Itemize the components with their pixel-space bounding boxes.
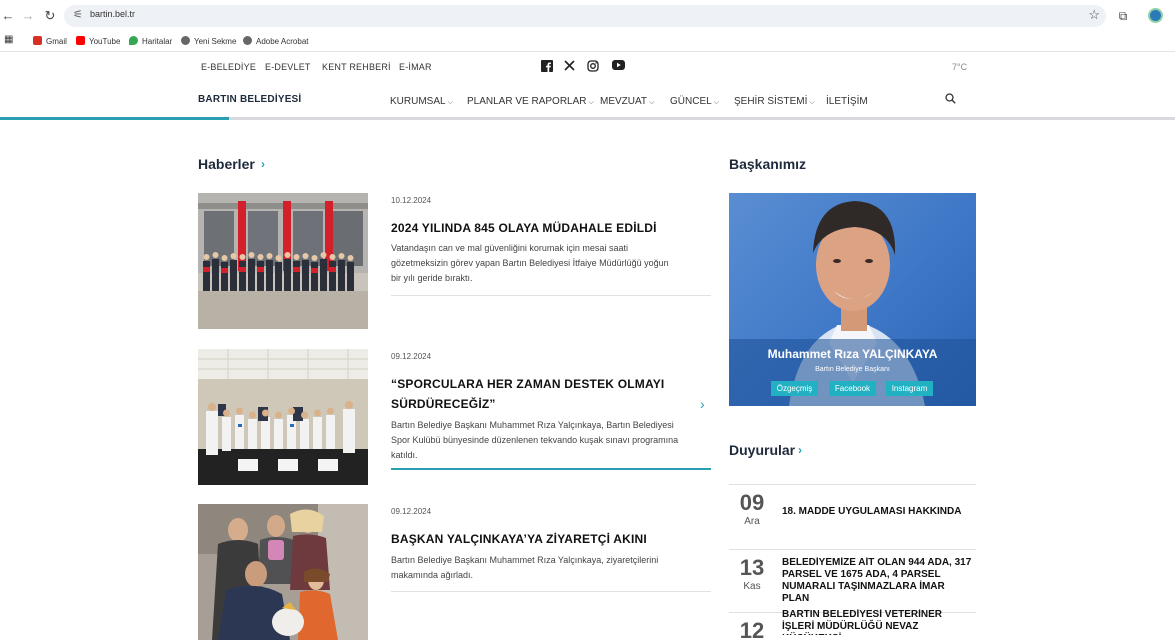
menu-iletisim[interactable]: İLETİŞİM (826, 96, 868, 107)
apps-grid-icon[interactable]: ▦ (4, 34, 13, 45)
link-kent-rehberi[interactable]: KENT REHBERİ (322, 62, 391, 72)
divider (391, 591, 711, 592)
chevron-down-icon: ⌵ (588, 99, 594, 106)
menu-guncel[interactable]: GÜNCEL ⌵ (670, 96, 719, 107)
bookmark-label: Yeni Sekme (194, 37, 237, 46)
announcement-title[interactable]: 18. MADDE UYGULAMASI HAKKINDA (782, 506, 972, 518)
menu-label: İLETİŞİM (826, 96, 868, 107)
divider (391, 295, 711, 296)
news-date: 09.12.2024 (391, 352, 432, 361)
announcement-title[interactable]: BARTIN BELEDİYESİ VETERİNER İŞLERİ MÜDÜR… (782, 609, 972, 635)
address-bar[interactable]: ⚟ bartin.bel.tr ☆ (64, 5, 1106, 27)
announcement-day: 13 (739, 555, 765, 580)
globe-icon (243, 36, 252, 45)
news-image-fire-department[interactable] (198, 193, 368, 329)
menu-label: GÜNCEL (670, 96, 712, 107)
biography-button[interactable]: Özgeçmiş (771, 381, 818, 396)
menu-label: MEVZUAT (600, 96, 648, 107)
news-date: 09.12.2024 (391, 507, 432, 516)
bookmark-label: Gmail (46, 37, 67, 46)
site-logo[interactable]: BARTIN BELEDİYESİ (198, 94, 301, 105)
mayor-role: Bartın Belediye Başkanı (815, 366, 890, 373)
bookmark-star-icon[interactable]: ☆ (1088, 7, 1100, 23)
menu-kurumsal[interactable]: KURUMSAL ⌵ (390, 96, 453, 107)
extensions-icon[interactable]: ⧉ (1115, 8, 1131, 24)
youtube-icon[interactable] (611, 60, 625, 73)
announcement-month: Ara (744, 516, 760, 527)
menu-sehir-sistemi[interactable]: ŞEHİR SİSTEMİ ⌵ (734, 96, 815, 107)
announcements-section-title[interactable]: Duyurular (729, 442, 795, 458)
mayor-name: Muhammet Rıza YALÇINKAYA (767, 347, 938, 361)
news-section-title[interactable]: Haberler (198, 156, 255, 172)
bookmark-youtube[interactable]: YouTube (76, 36, 120, 46)
menu-label: KURUMSAL (390, 96, 446, 107)
instagram-icon[interactable] (586, 60, 600, 75)
menu-planlar-ve-raporlar[interactable]: PLANLAR VE RAPORLAR ⌵ (467, 96, 594, 107)
link-e-imar[interactable]: E-İMAR (399, 62, 432, 72)
search-icon[interactable] (945, 93, 956, 107)
link-e-devlet[interactable]: E-DEVLET (265, 62, 311, 72)
announcement-month: Kas (743, 581, 761, 592)
globe-icon (181, 36, 190, 45)
menu-mevzuat[interactable]: MEVZUAT ⌵ (600, 96, 654, 107)
forward-icon[interactable]: → (20, 8, 36, 24)
browser-toolbar: ← → ↻ ⚟ bartin.bel.tr ☆ ⧉ (0, 0, 1175, 32)
news-date: 10.12.2024 (391, 196, 432, 205)
bookmark-acrobat[interactable]: Adobe Acrobat (243, 36, 308, 46)
news-description: Vatandaşın can ve mal güvenliğini koruma… (391, 243, 669, 283)
news-image-visitors[interactable] (198, 504, 368, 640)
mayor-section-title: Başkanımız (729, 156, 807, 172)
progress-accent (0, 117, 229, 120)
back-icon[interactable]: ← (0, 8, 16, 24)
bookmark-gmail[interactable]: Gmail (33, 36, 67, 46)
news-title[interactable]: “SPORCULARA HER ZAMAN DESTEK OLMAYI SÜRD… (391, 374, 681, 414)
profile-avatar[interactable] (1148, 8, 1163, 23)
news-description: Bartın Belediye Başkanı Muhammet Rıza Ya… (391, 420, 679, 460)
chevron-right-icon[interactable]: › (700, 396, 705, 412)
chevron-right-icon[interactable]: › (261, 157, 265, 171)
chevron-right-icon[interactable]: › (798, 443, 802, 457)
maps-pin-icon (129, 36, 138, 45)
chevron-down-icon: ⌵ (649, 99, 655, 106)
bookmark-label: Haritalar (142, 37, 173, 46)
menu-label: ŞEHİR SİSTEMİ (734, 96, 808, 107)
chevron-down-icon: ⌵ (447, 99, 453, 106)
news-image-taekwondo[interactable] (198, 349, 368, 485)
announcement-day: 09 (739, 490, 765, 515)
news-title[interactable]: BAŞKAN YALÇINKAYA’YA ZİYARETÇİ AKINI (391, 529, 681, 549)
divider (729, 549, 976, 550)
announcement-title[interactable]: BELEDİYEMİZE AİT OLAN 944 ADA, 317 PARSE… (782, 557, 972, 605)
gmail-icon (33, 36, 42, 45)
site-info-icon[interactable]: ⚟ (73, 8, 83, 21)
x-twitter-icon[interactable] (562, 60, 576, 74)
bookmark-new-tab[interactable]: Yeni Sekme (181, 36, 236, 46)
facebook-icon[interactable] (540, 60, 554, 75)
news-description: Bartın Belediye Başkanı Muhammet Rıza Ya… (391, 555, 659, 580)
facebook-button[interactable]: Facebook (829, 381, 876, 396)
link-e-belediye[interactable]: E-BELEDİYE (201, 62, 256, 72)
news-title[interactable]: 2024 YILINDA 845 OLAYA MÜDAHALE EDİLDİ (391, 218, 681, 238)
bookmarks-bar: ▦ Gmail YouTube Haritalar Yeni Sekme Ado… (0, 32, 1175, 52)
reload-icon[interactable]: ↻ (42, 8, 58, 24)
bookmark-label: Adobe Acrobat (256, 37, 309, 46)
header-progress-bar (0, 117, 1175, 120)
menu-label: PLANLAR VE RAPORLAR (467, 96, 587, 107)
bookmark-label: YouTube (89, 37, 121, 46)
instagram-button[interactable]: Instagram (886, 381, 933, 396)
youtube-icon (76, 36, 85, 45)
announcement-day: 12 (739, 618, 765, 643)
chevron-down-icon: ⌵ (713, 99, 719, 106)
bookmark-maps[interactable]: Haritalar (129, 36, 172, 46)
divider-active (391, 468, 711, 470)
temperature: 7°C (952, 62, 968, 72)
divider (729, 484, 976, 485)
mayor-card[interactable]: Muhammet Rıza YALÇINKAYA Bartın Belediye… (729, 193, 976, 406)
url-text[interactable]: bartin.bel.tr (90, 9, 135, 19)
chevron-down-icon: ⌵ (809, 99, 815, 106)
